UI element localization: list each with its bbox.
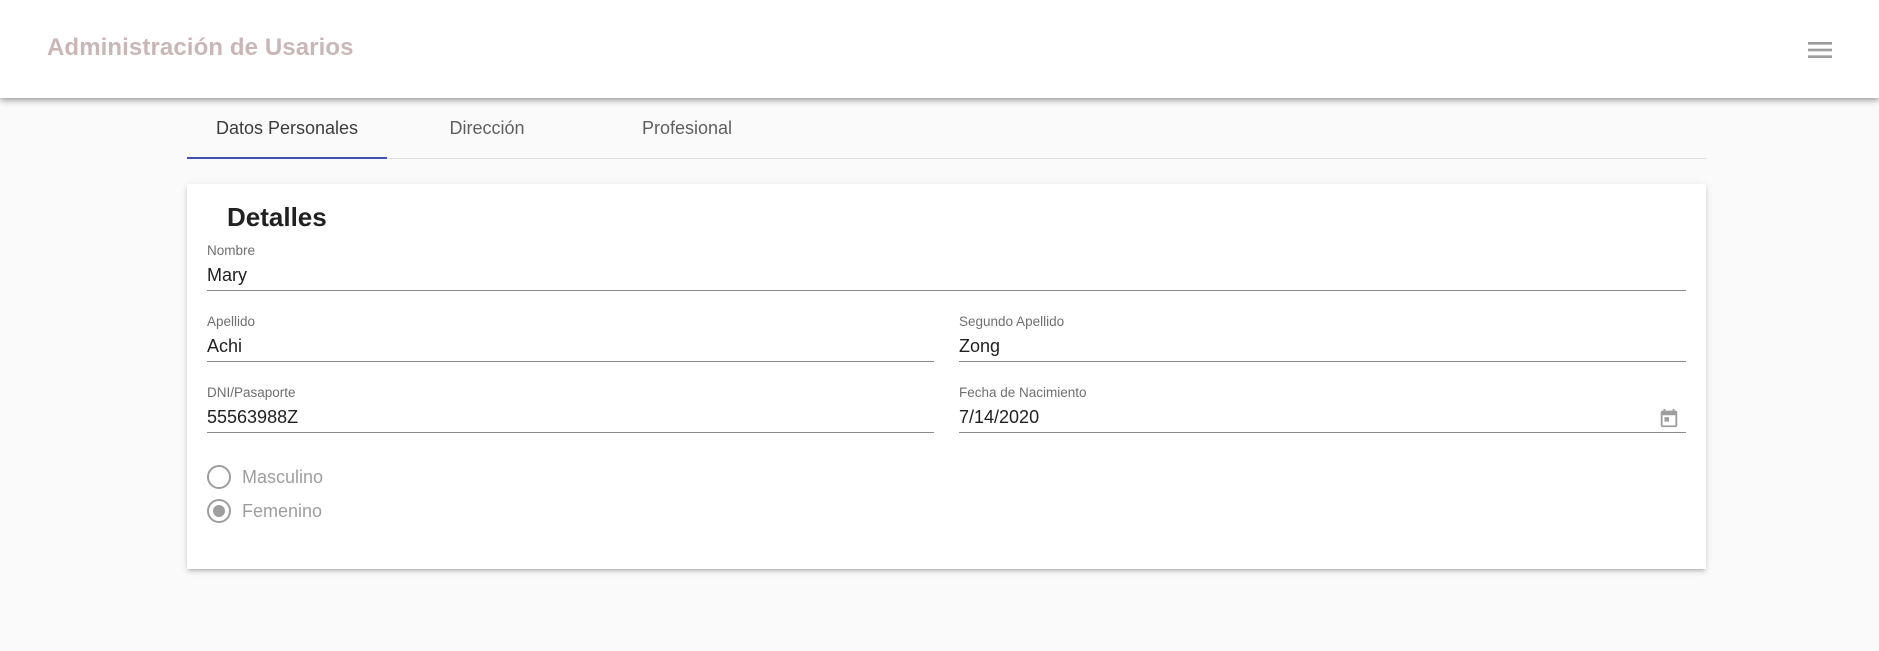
radio-label-masculino: Masculino	[242, 466, 324, 487]
fecha-nacimiento-field: Fecha de Nacimiento	[959, 385, 1686, 433]
tab-label: Dirección	[449, 117, 525, 138]
radio-label-femenino: Femenino	[242, 500, 323, 521]
dni-input[interactable]	[207, 405, 934, 429]
gender-radio-masculino[interactable]: Masculino	[207, 464, 323, 490]
details-card: Detalles Nombre Apellido Segundo Apellid…	[187, 184, 1706, 569]
tab-label: Datos Personales	[215, 117, 359, 138]
app-title: Administración de Usarios	[47, 34, 354, 61]
fecha-nacimiento-input[interactable]	[959, 405, 1639, 429]
app-toolbar: Administración de Usarios	[0, 0, 1879, 98]
tab-label: Profesional	[641, 117, 733, 138]
tab-bar: Datos Personales Dirección Profesional	[187, 98, 1706, 159]
dni-label: DNI/Pasaporte	[207, 385, 296, 400]
dni-field: DNI/Pasaporte	[207, 385, 934, 433]
radio-checked	[207, 499, 231, 523]
segundo-apellido-label: Segundo Apellido	[959, 314, 1065, 329]
nombre-field: Nombre	[207, 243, 1686, 291]
hamburger-menu-icon[interactable]	[1804, 34, 1836, 66]
fecha-nacimiento-label: Fecha de Nacimiento	[959, 385, 1087, 400]
radio-unchecked	[207, 465, 231, 489]
nombre-input[interactable]	[207, 263, 1686, 287]
radio-selected-dot	[213, 505, 225, 517]
nombre-label: Nombre	[207, 243, 256, 258]
segundo-apellido-input[interactable]	[959, 334, 1686, 358]
apellido-label: Apellido	[207, 314, 256, 329]
card-title: Detalles	[227, 202, 327, 232]
apellido-input[interactable]	[207, 334, 934, 358]
apellido-field: Apellido	[207, 314, 934, 362]
active-tab-indicator	[187, 157, 387, 159]
segundo-apellido-field: Segundo Apellido	[959, 314, 1686, 362]
calendar-icon[interactable]	[1658, 407, 1680, 429]
gender-radio-femenino[interactable]: Femenino	[207, 498, 322, 524]
tab-direccion[interactable]: Dirección	[387, 98, 587, 158]
tab-datos-personales[interactable]: Datos Personales	[187, 98, 387, 159]
tab-profesional[interactable]: Profesional	[587, 98, 787, 158]
